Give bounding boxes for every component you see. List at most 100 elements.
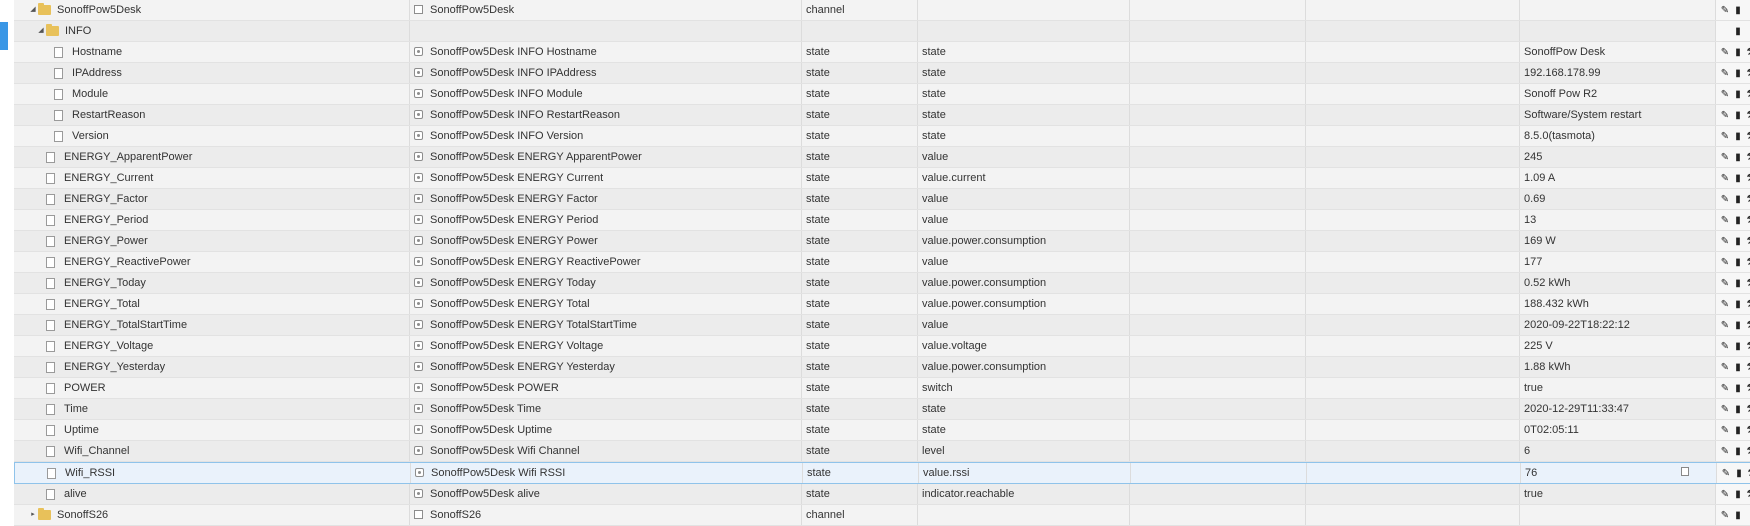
trash-icon[interactable]: ▮ xyxy=(1733,358,1743,377)
table-row[interactable]: ENERGY_ApparentPower SonoffPow5Desk ENERG… xyxy=(14,147,1750,168)
wrench-icon[interactable]: ⚒ xyxy=(1746,442,1750,461)
triangle-down-icon[interactable]: ◢ xyxy=(28,0,38,20)
pencil-icon[interactable]: ✎ xyxy=(1720,421,1730,440)
pencil-icon[interactable]: ✎ xyxy=(1720,1,1730,20)
table-row[interactable]: IPAddress SonoffPow5Desk INFO IPAddress st… xyxy=(14,63,1750,84)
pencil-icon[interactable]: ✎ xyxy=(1720,400,1730,419)
trash-icon[interactable]: ▮ xyxy=(1733,211,1743,230)
table-row[interactable]: ENERGY_TotalStartTime SonoffPow5Desk ENER… xyxy=(14,315,1750,336)
wrench-icon[interactable]: ⚒ xyxy=(1746,43,1750,62)
pencil-icon[interactable]: ✎ xyxy=(1721,464,1731,483)
wrench-icon[interactable]: ⚒ xyxy=(1746,274,1750,293)
value-cell[interactable]: 1.88 kWh xyxy=(1520,357,1716,377)
value-cell[interactable] xyxy=(1520,21,1716,41)
table-row[interactable]: Hostname SonoffPow5Desk INFO Hostname stat… xyxy=(14,42,1750,63)
pencil-icon[interactable]: ✎ xyxy=(1720,106,1730,125)
trash-icon[interactable]: ▮ xyxy=(1733,148,1743,167)
name-cell[interactable]: ◢ INFO xyxy=(14,21,410,41)
name-cell[interactable]: ◢ SonoffPow5Desk xyxy=(14,0,410,20)
wrench-icon[interactable]: ⚒ xyxy=(1746,127,1750,146)
pencil-icon[interactable]: ✎ xyxy=(1720,211,1730,230)
value-cell[interactable]: 177 xyxy=(1520,252,1716,272)
value-cell[interactable]: 192.168.178.99 xyxy=(1520,63,1716,83)
table-row[interactable]: ENERGY_Period SonoffPow5Desk ENERGY Perio… xyxy=(14,210,1750,231)
name-cell[interactable]: Wifi_RSSI xyxy=(15,463,411,483)
value-cell[interactable]: 0.52 kWh xyxy=(1520,273,1716,293)
pencil-icon[interactable]: ✎ xyxy=(1720,232,1730,251)
table-row[interactable]: ENERGY_ReactivePower SonoffPow5Desk ENERG… xyxy=(14,252,1750,273)
trash-icon[interactable]: ▮ xyxy=(1733,337,1743,356)
name-cell[interactable]: IPAddress xyxy=(14,63,410,83)
value-cell[interactable]: 2020-09-22T18:22:12 xyxy=(1520,315,1716,335)
value-cell[interactable]: 13 xyxy=(1520,210,1716,230)
table-row[interactable]: ENERGY_Current SonoffPow5Desk ENERGY Curr… xyxy=(14,168,1750,189)
wrench-icon[interactable]: ⚒ xyxy=(1746,485,1750,504)
value-cell[interactable]: 169 W xyxy=(1520,231,1716,251)
wrench-icon[interactable]: ⚒ xyxy=(1746,358,1750,377)
wrench-icon[interactable]: ⚒ xyxy=(1746,211,1750,230)
trash-icon[interactable]: ▮ xyxy=(1733,316,1743,335)
trash-icon[interactable]: ▮ xyxy=(1733,421,1743,440)
table-row[interactable]: Module SonoffPow5Desk INFO Module state sta… xyxy=(14,84,1750,105)
wrench-icon[interactable]: ⚒ xyxy=(1746,106,1750,125)
pencil-icon[interactable]: ✎ xyxy=(1720,442,1730,461)
table-row[interactable]: RestartReason SonoffPow5Desk INFO Restart… xyxy=(14,105,1750,126)
value-cell[interactable]: Sonoff Pow R2 xyxy=(1520,84,1716,104)
name-cell[interactable]: Module xyxy=(14,84,410,104)
name-cell[interactable]: ENERGY_ApparentPower xyxy=(14,147,410,167)
trash-icon[interactable]: ▮ xyxy=(1733,442,1743,461)
name-cell[interactable]: ENERGY_Voltage xyxy=(14,336,410,356)
trash-icon[interactable]: ▮ xyxy=(1733,400,1743,419)
pencil-icon[interactable]: ✎ xyxy=(1720,379,1730,398)
trash-icon[interactable]: ▮ xyxy=(1733,64,1743,83)
trash-icon[interactable]: ▮ xyxy=(1733,85,1743,104)
wrench-icon[interactable]: ⚒ xyxy=(1746,85,1750,104)
wrench-icon[interactable]: ⚒ xyxy=(1746,232,1750,251)
name-cell[interactable]: Hostname xyxy=(14,42,410,62)
pencil-icon[interactable]: ✎ xyxy=(1720,316,1730,335)
wrench-icon[interactable]: ⚒ xyxy=(1746,190,1750,209)
table-row[interactable]: Wifi_Channel SonoffPow5Desk Wifi Channel s… xyxy=(14,441,1750,462)
trash-icon[interactable]: ▮ xyxy=(1733,295,1743,314)
trash-icon[interactable]: ▮ xyxy=(1733,169,1743,188)
table-row[interactable]: Time SonoffPow5Desk Time state state 2020-12… xyxy=(14,399,1750,420)
triangle-down-icon[interactable]: ◢ xyxy=(36,21,46,41)
trash-icon[interactable]: ▮ xyxy=(1733,22,1743,41)
table-row[interactable]: Wifi_RSSI SonoffPow5Desk Wifi RSSI state va… xyxy=(14,462,1750,484)
wrench-icon[interactable]: ⚒ xyxy=(1746,400,1750,419)
table-row[interactable]: ENERGY_Power SonoffPow5Desk ENERGY Power s… xyxy=(14,231,1750,252)
wrench-icon[interactable]: ⚒ xyxy=(1746,148,1750,167)
trash-icon[interactable]: ▮ xyxy=(1733,274,1743,293)
value-cell[interactable]: Software/System restart xyxy=(1520,105,1716,125)
wrench-icon[interactable]: ⚒ xyxy=(1746,337,1750,356)
value-cell[interactable]: 245 xyxy=(1520,147,1716,167)
pencil-icon[interactable]: ✎ xyxy=(1720,148,1730,167)
pencil-icon[interactable]: ✎ xyxy=(1720,190,1730,209)
name-cell[interactable]: ENERGY_Current xyxy=(14,168,410,188)
trash-icon[interactable]: ▮ xyxy=(1733,485,1743,504)
table-row[interactable]: ENERGY_Total SonoffPow5Desk ENERGY Total s… xyxy=(14,294,1750,315)
pencil-icon[interactable]: ✎ xyxy=(1720,43,1730,62)
name-cell[interactable]: Uptime xyxy=(14,420,410,440)
table-row[interactable]: ENERGY_Today SonoffPow5Desk ENERGY Today s… xyxy=(14,273,1750,294)
value-cell[interactable]: 188.432 kWh xyxy=(1520,294,1716,314)
table-row[interactable]: Uptime SonoffPow5Desk Uptime state state 0T0… xyxy=(14,420,1750,441)
pencil-icon[interactable]: ✎ xyxy=(1720,506,1730,525)
value-cell[interactable]: 2020-12-29T11:33:47 xyxy=(1520,399,1716,419)
pencil-icon[interactable]: ✎ xyxy=(1720,295,1730,314)
pencil-icon[interactable]: ✎ xyxy=(1720,127,1730,146)
name-cell[interactable]: ENERGY_TotalStartTime xyxy=(14,315,410,335)
value-cell[interactable] xyxy=(1520,505,1716,525)
pencil-icon[interactable]: ✎ xyxy=(1720,85,1730,104)
value-cell[interactable] xyxy=(1520,0,1716,20)
table-row[interactable]: ENERGY_Yesterday SonoffPow5Desk ENERGY Ye… xyxy=(14,357,1750,378)
value-cell[interactable]: 1.09 A xyxy=(1520,168,1716,188)
name-cell[interactable]: ENERGY_ReactivePower xyxy=(14,252,410,272)
name-cell[interactable]: RestartReason xyxy=(14,105,410,125)
trash-icon[interactable]: ▮ xyxy=(1733,379,1743,398)
name-cell[interactable]: ENERGY_Yesterday xyxy=(14,357,410,377)
table-row[interactable]: ENERGY_Voltage SonoffPow5Desk ENERGY Volt… xyxy=(14,336,1750,357)
pencil-icon[interactable]: ✎ xyxy=(1720,358,1730,377)
trash-icon[interactable]: ▮ xyxy=(1733,253,1743,272)
value-cell[interactable]: 6 xyxy=(1520,441,1716,461)
